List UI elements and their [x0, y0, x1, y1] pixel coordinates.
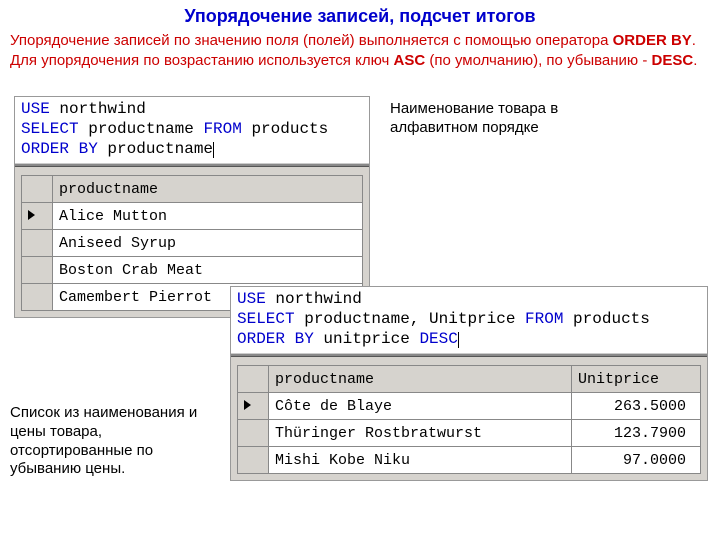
table-row[interactable]: Boston Crab Meat: [22, 257, 363, 284]
query-window-1: USE northwind SELECT productname FROM pr…: [14, 96, 370, 318]
code-text: northwind: [266, 290, 362, 308]
col-header[interactable]: productname: [269, 366, 572, 393]
kw-order-by: ORDER BY: [237, 330, 314, 348]
row-header[interactable]: [238, 447, 269, 474]
code-text: productname: [79, 120, 204, 138]
current-row-icon: [28, 210, 35, 220]
intro-b3: DESC: [652, 52, 694, 69]
kw-order-by: ORDER BY: [21, 140, 98, 158]
cell[interactable]: 263.5000: [572, 393, 701, 420]
col-header[interactable]: Unitprice: [572, 366, 701, 393]
table-row[interactable]: Mishi Kobe Niku 97.0000: [238, 447, 701, 474]
table-row[interactable]: Côte de Blaye 263.5000: [238, 393, 701, 420]
text-cursor: [458, 332, 459, 348]
kw-select: SELECT: [21, 120, 79, 138]
text-cursor: [213, 142, 214, 158]
caption-query2: Список из наименования и цены товара, от…: [10, 404, 220, 479]
table-row[interactable]: Alice Mutton: [22, 203, 363, 230]
code-text: products: [242, 120, 328, 138]
table-row[interactable]: Aniseed Syrup: [22, 230, 363, 257]
current-row-icon: [244, 400, 251, 410]
cell[interactable]: 123.7900: [572, 420, 701, 447]
table-header-row: productname: [22, 176, 363, 203]
code-text: productname: [98, 140, 213, 158]
code-text: products: [563, 310, 649, 328]
intro-b1: ORDER BY: [613, 32, 692, 49]
result-grid-2: productname Unitprice Côte de Blaye 263.…: [231, 357, 707, 480]
kw-select: SELECT: [237, 310, 295, 328]
kw-use: USE: [237, 290, 266, 308]
intro-p1: Упорядочение записей по значению поля (п…: [10, 32, 613, 49]
col-header[interactable]: productname: [53, 176, 363, 203]
cell[interactable]: Boston Crab Meat: [53, 257, 363, 284]
kw-from: FROM: [203, 120, 241, 138]
table-header-row: productname Unitprice: [238, 366, 701, 393]
cell[interactable]: Thüringer Rostbratwurst: [269, 420, 572, 447]
code-area-2[interactable]: USE northwind SELECT productname, Unitpr…: [231, 287, 707, 351]
intro-p4: .: [693, 52, 697, 69]
caption-query1: Наименование товара в алфавитном порядке: [390, 100, 610, 138]
code-text: northwind: [50, 100, 146, 118]
row-header[interactable]: [22, 284, 53, 311]
code-text: productname, Unitprice: [295, 310, 525, 328]
cell[interactable]: 97.0000: [572, 447, 701, 474]
kw-desc: DESC: [419, 330, 457, 348]
query-window-2: USE northwind SELECT productname, Unitpr…: [230, 286, 708, 481]
row-header[interactable]: [22, 230, 53, 257]
row-header[interactable]: [22, 203, 53, 230]
row-header[interactable]: [238, 393, 269, 420]
intro-p3: (по умолчанию), по убыванию -: [425, 52, 651, 69]
kw-use: USE: [21, 100, 50, 118]
code-text: unitprice: [314, 330, 420, 348]
result-table-2: productname Unitprice Côte de Blaye 263.…: [237, 365, 701, 474]
cell[interactable]: Côte de Blaye: [269, 393, 572, 420]
row-header[interactable]: [238, 420, 269, 447]
cell[interactable]: Alice Mutton: [53, 203, 363, 230]
cell[interactable]: Aniseed Syrup: [53, 230, 363, 257]
cell[interactable]: Mishi Kobe Niku: [269, 447, 572, 474]
row-header[interactable]: [22, 257, 53, 284]
table-row[interactable]: Thüringer Rostbratwurst 123.7900: [238, 420, 701, 447]
intro-b2: ASC: [393, 52, 425, 69]
code-area-1[interactable]: USE northwind SELECT productname FROM pr…: [15, 97, 369, 161]
row-header-corner: [238, 366, 269, 393]
intro-text: Упорядочение записей по значению поля (п…: [0, 27, 720, 76]
row-header-corner: [22, 176, 53, 203]
page-title: Упорядочение записей, подсчет итогов: [0, 0, 720, 27]
kw-from: FROM: [525, 310, 563, 328]
